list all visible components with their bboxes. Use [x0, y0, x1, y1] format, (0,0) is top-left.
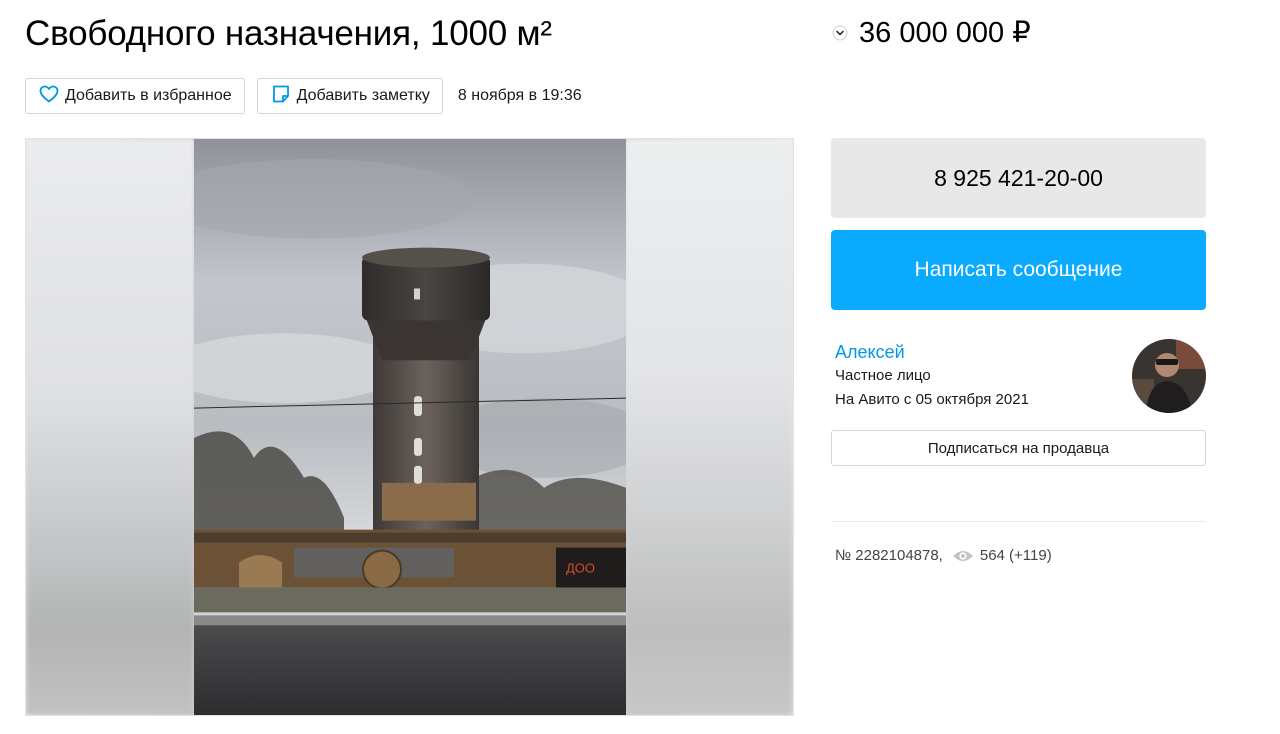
view-count: 564 (+119) — [979, 547, 1052, 564]
heart-icon — [39, 85, 65, 108]
listing-photo[interactable]: ДОО — [194, 139, 626, 715]
gallery-blur-right — [625, 139, 793, 715]
add-note-button[interactable]: Добавить заметку — [256, 78, 443, 114]
divider — [831, 521, 1206, 522]
add-note-label: Добавить заметку — [296, 87, 430, 104]
seller-since: На Авито с 05 октября 2021 — [835, 391, 1029, 408]
seller-type: Частное лицо — [835, 367, 931, 384]
svg-text:ДОО: ДОО — [566, 561, 595, 576]
seller-name-link[interactable]: Алексей — [835, 340, 1029, 364]
photo-gallery[interactable]: ДОО — [25, 138, 794, 716]
price-block: 36 000 000 ₽ — [830, 14, 1031, 52]
gallery-blur-left — [26, 139, 194, 715]
publication-date: 8 ноября в 19:36 — [457, 87, 582, 104]
listing-meta: № 2282104878, 564 (+119) — [835, 547, 1052, 564]
listing-price: 36 000 000 ₽ — [859, 17, 1031, 49]
listing-title: Свободного назначения, 1000 м² — [25, 14, 552, 53]
seller-avatar[interactable] — [1132, 339, 1206, 413]
note-icon — [271, 84, 297, 109]
show-phone-button[interactable]: 8 925 421-20-00 — [831, 138, 1206, 218]
listing-id: № 2282104878, — [835, 547, 943, 564]
eye-icon — [952, 549, 974, 563]
add-to-favorites-label: Добавить в избранное — [65, 87, 232, 104]
subscribe-to-seller-button[interactable]: Подписаться на продавца — [831, 430, 1206, 466]
write-message-button[interactable]: Написать сообщение — [831, 230, 1206, 310]
chevron-down-icon[interactable] — [830, 23, 850, 43]
seller-info: Алексей Частное лицо На Авито с 05 октяб… — [835, 340, 1029, 412]
listing-actions: Добавить в избранное Добавить заметку 8 … — [25, 78, 582, 114]
add-to-favorites-button[interactable]: Добавить в избранное — [25, 78, 245, 114]
